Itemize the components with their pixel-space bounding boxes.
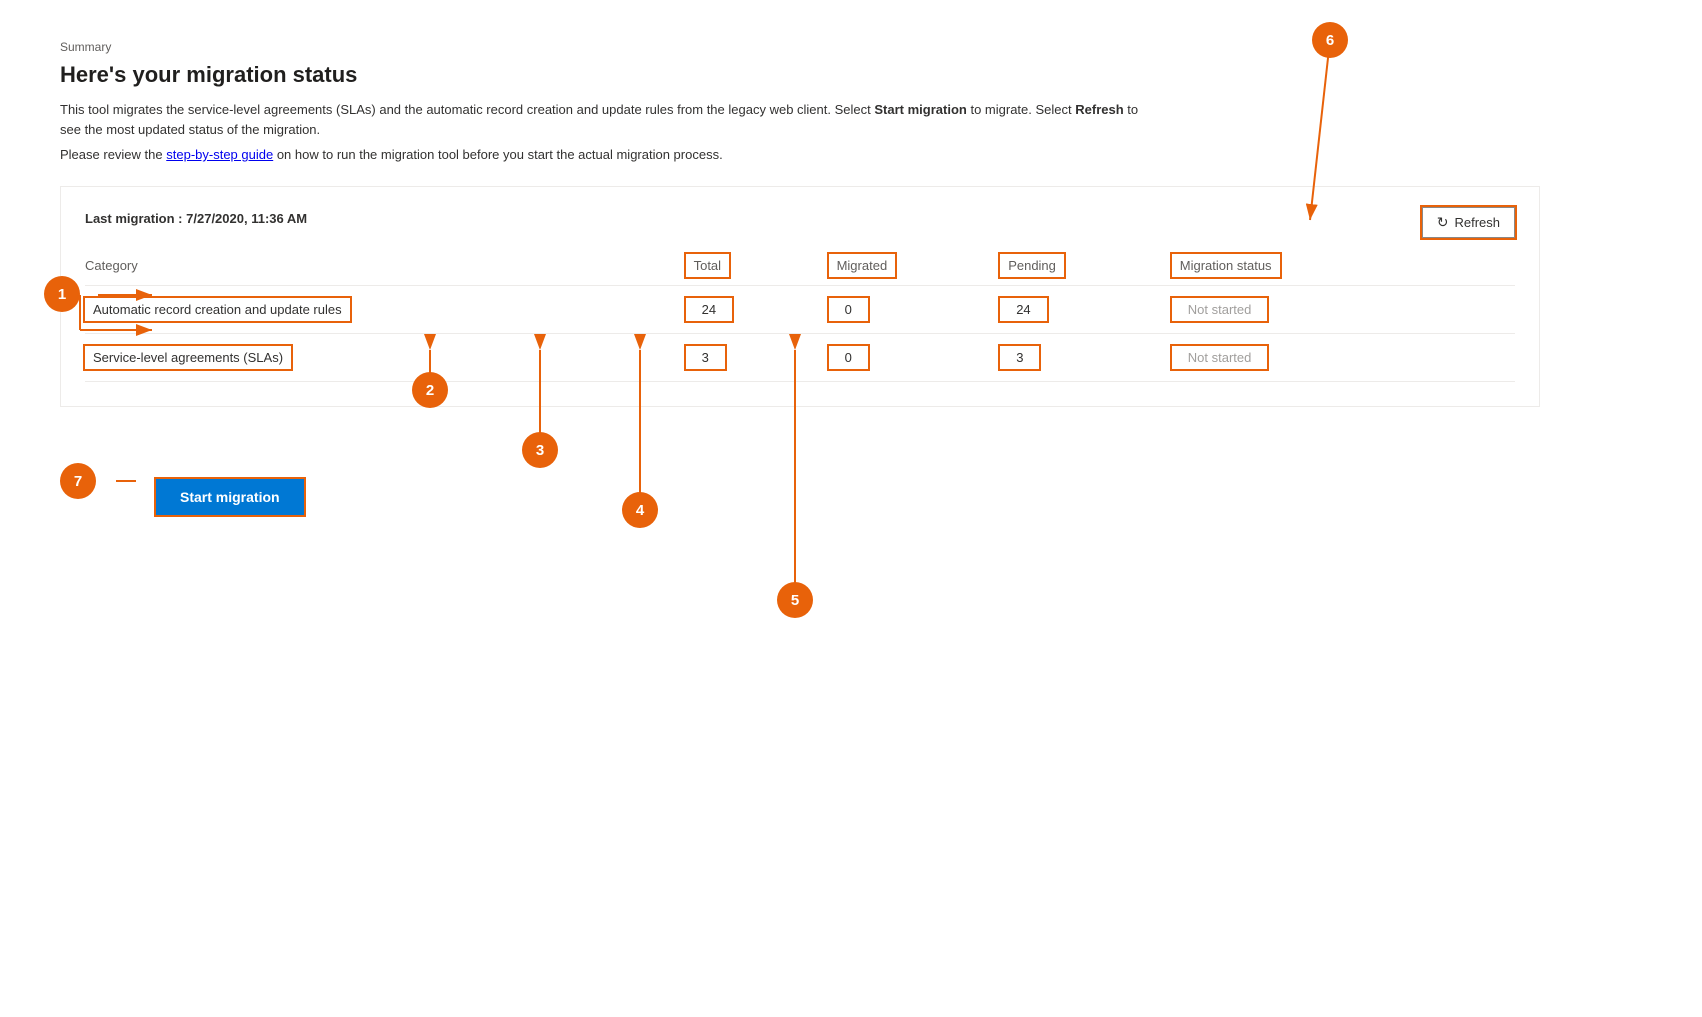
column-header-migrated: Migrated <box>829 246 1001 286</box>
column-header-total: Total <box>686 246 829 286</box>
page-title: Here's your migration status <box>60 62 1540 88</box>
category-cell-2: Service-level agreements (SLAs) <box>85 334 686 382</box>
pending-cell-1: 24 <box>1000 286 1172 334</box>
last-migration-info: Last migration : 7/27/2020, 11:36 AM <box>85 211 1515 226</box>
table-row: Service-level agreements (SLAs) 3 0 3 No… <box>85 334 1515 382</box>
migrated-cell-1: 0 <box>829 286 1001 334</box>
refresh-button[interactable]: ↻ Refresh <box>1422 207 1515 238</box>
migration-panel: Last migration : 7/27/2020, 11:36 AM ↻ R… <box>60 186 1540 407</box>
guide-link[interactable]: step-by-step guide <box>166 147 273 162</box>
total-cell-2: 3 <box>686 334 829 382</box>
table-row: Automatic record creation and update rul… <box>85 286 1515 334</box>
start-migration-button[interactable]: Start migration <box>156 479 304 515</box>
annotation-5: 5 <box>777 582 813 618</box>
pending-cell-2: 3 <box>1000 334 1172 382</box>
description-text: This tool migrates the service-level agr… <box>60 100 1160 139</box>
column-header-status: Migration status <box>1172 246 1515 286</box>
guide-text: Please review the step-by-step guide on … <box>60 147 1540 162</box>
column-header-pending: Pending <box>1000 246 1172 286</box>
status-cell-2: Not started <box>1172 334 1515 382</box>
annotation-7: 7 <box>60 463 96 499</box>
breadcrumb: Summary <box>60 40 1540 54</box>
migration-table: Category Total Migrated Pending Migratio… <box>85 246 1515 382</box>
column-header-category: Category <box>85 246 686 286</box>
total-cell-1: 24 <box>686 286 829 334</box>
status-cell-1: Not started <box>1172 286 1515 334</box>
category-cell-1: Automatic record creation and update rul… <box>85 286 686 334</box>
refresh-icon: ↻ <box>1437 214 1449 231</box>
migrated-cell-2: 0 <box>829 334 1001 382</box>
